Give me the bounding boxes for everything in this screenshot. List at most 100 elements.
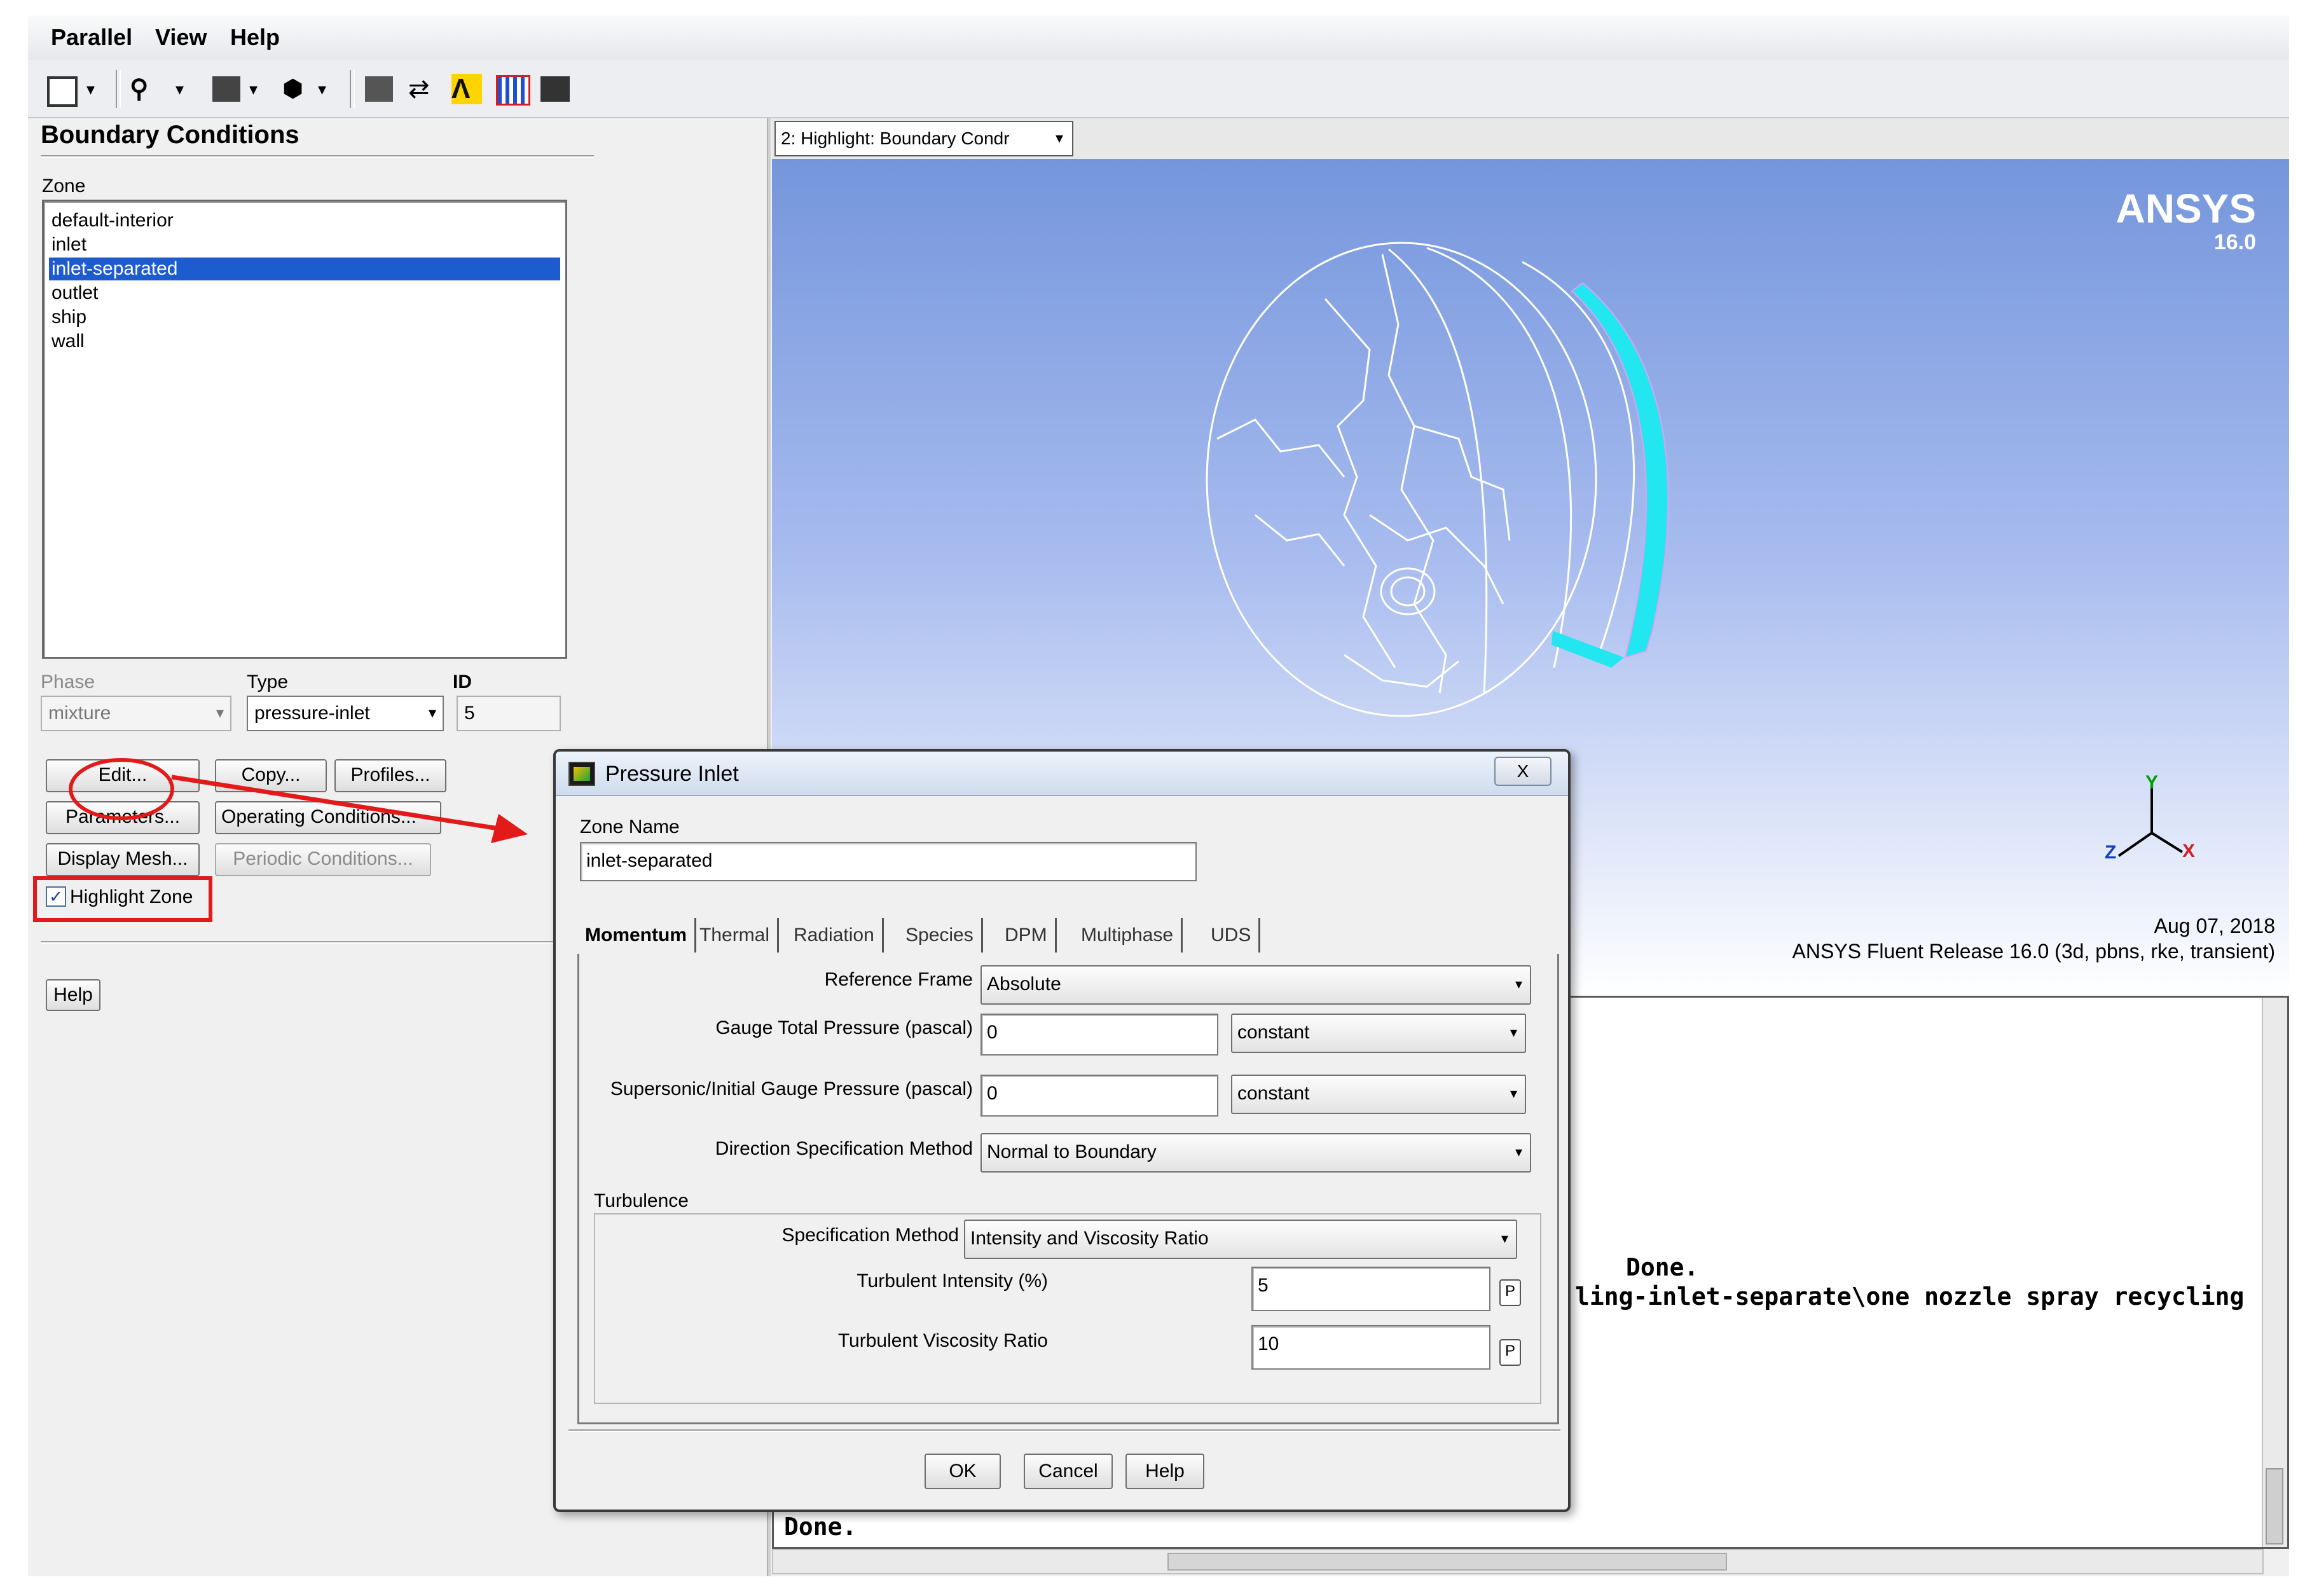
type-label: Type: [247, 671, 289, 692]
tab-radiation[interactable]: Radiation: [786, 918, 884, 953]
toolbar-separator: [350, 70, 355, 108]
direction-method-dropdown[interactable]: Normal to Boundary ▾: [980, 1133, 1531, 1173]
turb-intensity-label: Turbulent Intensity (%): [857, 1270, 1048, 1291]
chevron-down-icon: ▾: [1510, 1024, 1517, 1040]
new-window-icon[interactable]: [47, 76, 78, 107]
toolbar: ▾ ⚲ ▾ ▾ ⬢ ▾ ⇄ Λ: [28, 60, 2289, 118]
menu-help[interactable]: Help: [230, 24, 280, 51]
graphics-window-dropdown[interactable]: 2: Highlight: Boundary Condr ▾: [774, 121, 1073, 156]
zone-name-input[interactable]: inlet-separated: [580, 842, 1197, 881]
method-value: constant: [1237, 1022, 1310, 1043]
y-axis-label: Y: [2145, 772, 2158, 793]
tab-species[interactable]: Species: [898, 918, 983, 953]
turb-intensity-input[interactable]: 5: [1251, 1267, 1490, 1311]
operating-conditions-button[interactable]: Operating Conditions...: [215, 801, 441, 834]
list-item[interactable]: inlet: [49, 233, 560, 256]
periodic-conditions-button: Periodic Conditions...: [215, 843, 431, 876]
chevron-down-icon: ▾: [428, 705, 436, 722]
close-icon[interactable]: X: [1494, 757, 1551, 786]
boundary-line: [1381, 254, 1447, 694]
turbulence-label: Turbulence: [594, 1190, 689, 1211]
ok-button[interactable]: OK: [925, 1454, 1001, 1489]
parameter-button[interactable]: P: [1499, 1279, 1521, 1306]
residual-icon[interactable]: Λ: [451, 74, 482, 104]
grid-icon[interactable]: [496, 75, 530, 106]
highlighted-zone-inlet-separated: [1551, 631, 1624, 668]
gauge-total-pressure-method-dropdown[interactable]: constant ▾: [1231, 1014, 1526, 1053]
console-scrollbar[interactable]: [2262, 998, 2287, 1547]
scrollbar-thumb[interactable]: [1167, 1553, 1727, 1571]
graphics-release: ANSYS Fluent Release 16.0 (3d, pbns, rke…: [1792, 940, 2276, 963]
direction-method-value: Normal to Boundary: [987, 1141, 1157, 1162]
boundary-line: [1216, 418, 1345, 478]
tab-multiphase[interactable]: Multiphase: [1073, 918, 1183, 953]
fluent-app-icon: [568, 762, 595, 786]
dialog-footer-divider: [568, 1429, 1560, 1432]
chevron-down-icon[interactable]: ▾: [249, 74, 268, 104]
list-item[interactable]: outlet: [49, 282, 560, 305]
tab-momentum[interactable]: Momentum: [577, 918, 696, 953]
boundary-line: [1414, 425, 1511, 541]
menu-view[interactable]: View: [155, 24, 207, 51]
parameter-button[interactable]: P: [1499, 1339, 1521, 1366]
rim-line: [1426, 247, 1572, 668]
list-item-selected[interactable]: inlet-separated: [49, 258, 560, 280]
zone-name-label: Zone Name: [580, 816, 680, 837]
probe-icon[interactable]: ⚲: [130, 74, 170, 104]
gauge-total-pressure-input[interactable]: 0: [980, 1014, 1218, 1056]
chevron-down-icon[interactable]: ▾: [318, 74, 337, 104]
console-horizontal-scrollbar[interactable]: [772, 1549, 2264, 1574]
supersonic-pressure-method-dropdown[interactable]: constant ▾: [1231, 1075, 1526, 1114]
turb-viscosity-input[interactable]: 10: [1251, 1325, 1490, 1370]
copy-button[interactable]: Copy...: [215, 759, 327, 792]
scrollbar-thumb[interactable]: [2266, 1468, 2283, 1544]
list-item[interactable]: default-interior: [49, 209, 560, 232]
spec-method-dropdown[interactable]: Intensity and Viscosity Ratio ▾: [964, 1220, 1517, 1259]
z-axis-label: Z: [2105, 842, 2116, 863]
console-line: Done.: [784, 1513, 857, 1541]
tab-bar: Momentum Thermal Radiation Species DPM M…: [577, 918, 1557, 954]
profiles-button[interactable]: Profiles...: [334, 759, 446, 792]
supersonic-pressure-input[interactable]: 0: [980, 1075, 1218, 1117]
rim-line: [1388, 248, 1488, 694]
method-value: constant: [1237, 1083, 1310, 1104]
cube-icon[interactable]: ⬢: [282, 74, 310, 104]
id-label: ID: [453, 671, 472, 692]
boundary-line: [1324, 298, 1396, 668]
display-mesh-button[interactable]: Display Mesh...: [46, 843, 200, 876]
tab-dpm[interactable]: DPM: [997, 918, 1057, 953]
help-button[interactable]: Help: [46, 979, 100, 1011]
mesh-icon[interactable]: [365, 76, 393, 102]
console-line: Done.: [1626, 1253, 1699, 1281]
gauge-total-pressure-label: Gauge Total Pressure (pascal): [715, 1017, 973, 1038]
zone-list[interactable]: default-interior inlet inlet-separated o…: [42, 200, 567, 659]
graphics-window-value: 2: Highlight: Boundary Condr: [781, 128, 1010, 148]
display-icon[interactable]: [212, 76, 240, 102]
layout-icon[interactable]: [540, 76, 570, 102]
reference-frame-value: Absolute: [987, 973, 1061, 994]
type-dropdown[interactable]: pressure-inlet ▾: [247, 696, 444, 731]
list-item[interactable]: wall: [49, 330, 560, 353]
chevron-down-icon: ▾: [1055, 130, 1063, 147]
dialog-titlebar[interactable]: Pressure Inlet X: [556, 752, 1568, 796]
turb-viscosity-label: Turbulent Viscosity Ratio: [837, 1330, 1048, 1351]
tab-uds[interactable]: UDS: [1203, 918, 1261, 953]
phase-label: Phase: [41, 671, 95, 692]
graphics-header: 2: Highlight: Boundary Condr ▾: [772, 118, 2289, 164]
dialog-help-button[interactable]: Help: [1125, 1454, 1204, 1489]
tab-thermal[interactable]: Thermal: [692, 918, 780, 953]
chevron-down-icon: ▾: [1515, 976, 1522, 992]
menu-parallel[interactable]: Parallel: [51, 24, 132, 51]
refresh-icon[interactable]: ⇄: [408, 74, 436, 104]
chevron-down-icon[interactable]: ▾: [86, 74, 106, 104]
sphere-outline: [1206, 242, 1597, 717]
phase-value: mixture: [48, 703, 111, 724]
chevron-down-icon: ▾: [216, 705, 224, 722]
cancel-button[interactable]: Cancel: [1024, 1454, 1113, 1489]
phase-dropdown: mixture ▾: [41, 696, 231, 731]
chevron-down-icon[interactable]: ▾: [175, 74, 195, 104]
list-item[interactable]: ship: [49, 306, 560, 329]
reference-frame-dropdown[interactable]: Absolute ▾: [980, 965, 1531, 1005]
chevron-down-icon: ▾: [1501, 1230, 1508, 1246]
id-field: 5: [457, 696, 561, 731]
